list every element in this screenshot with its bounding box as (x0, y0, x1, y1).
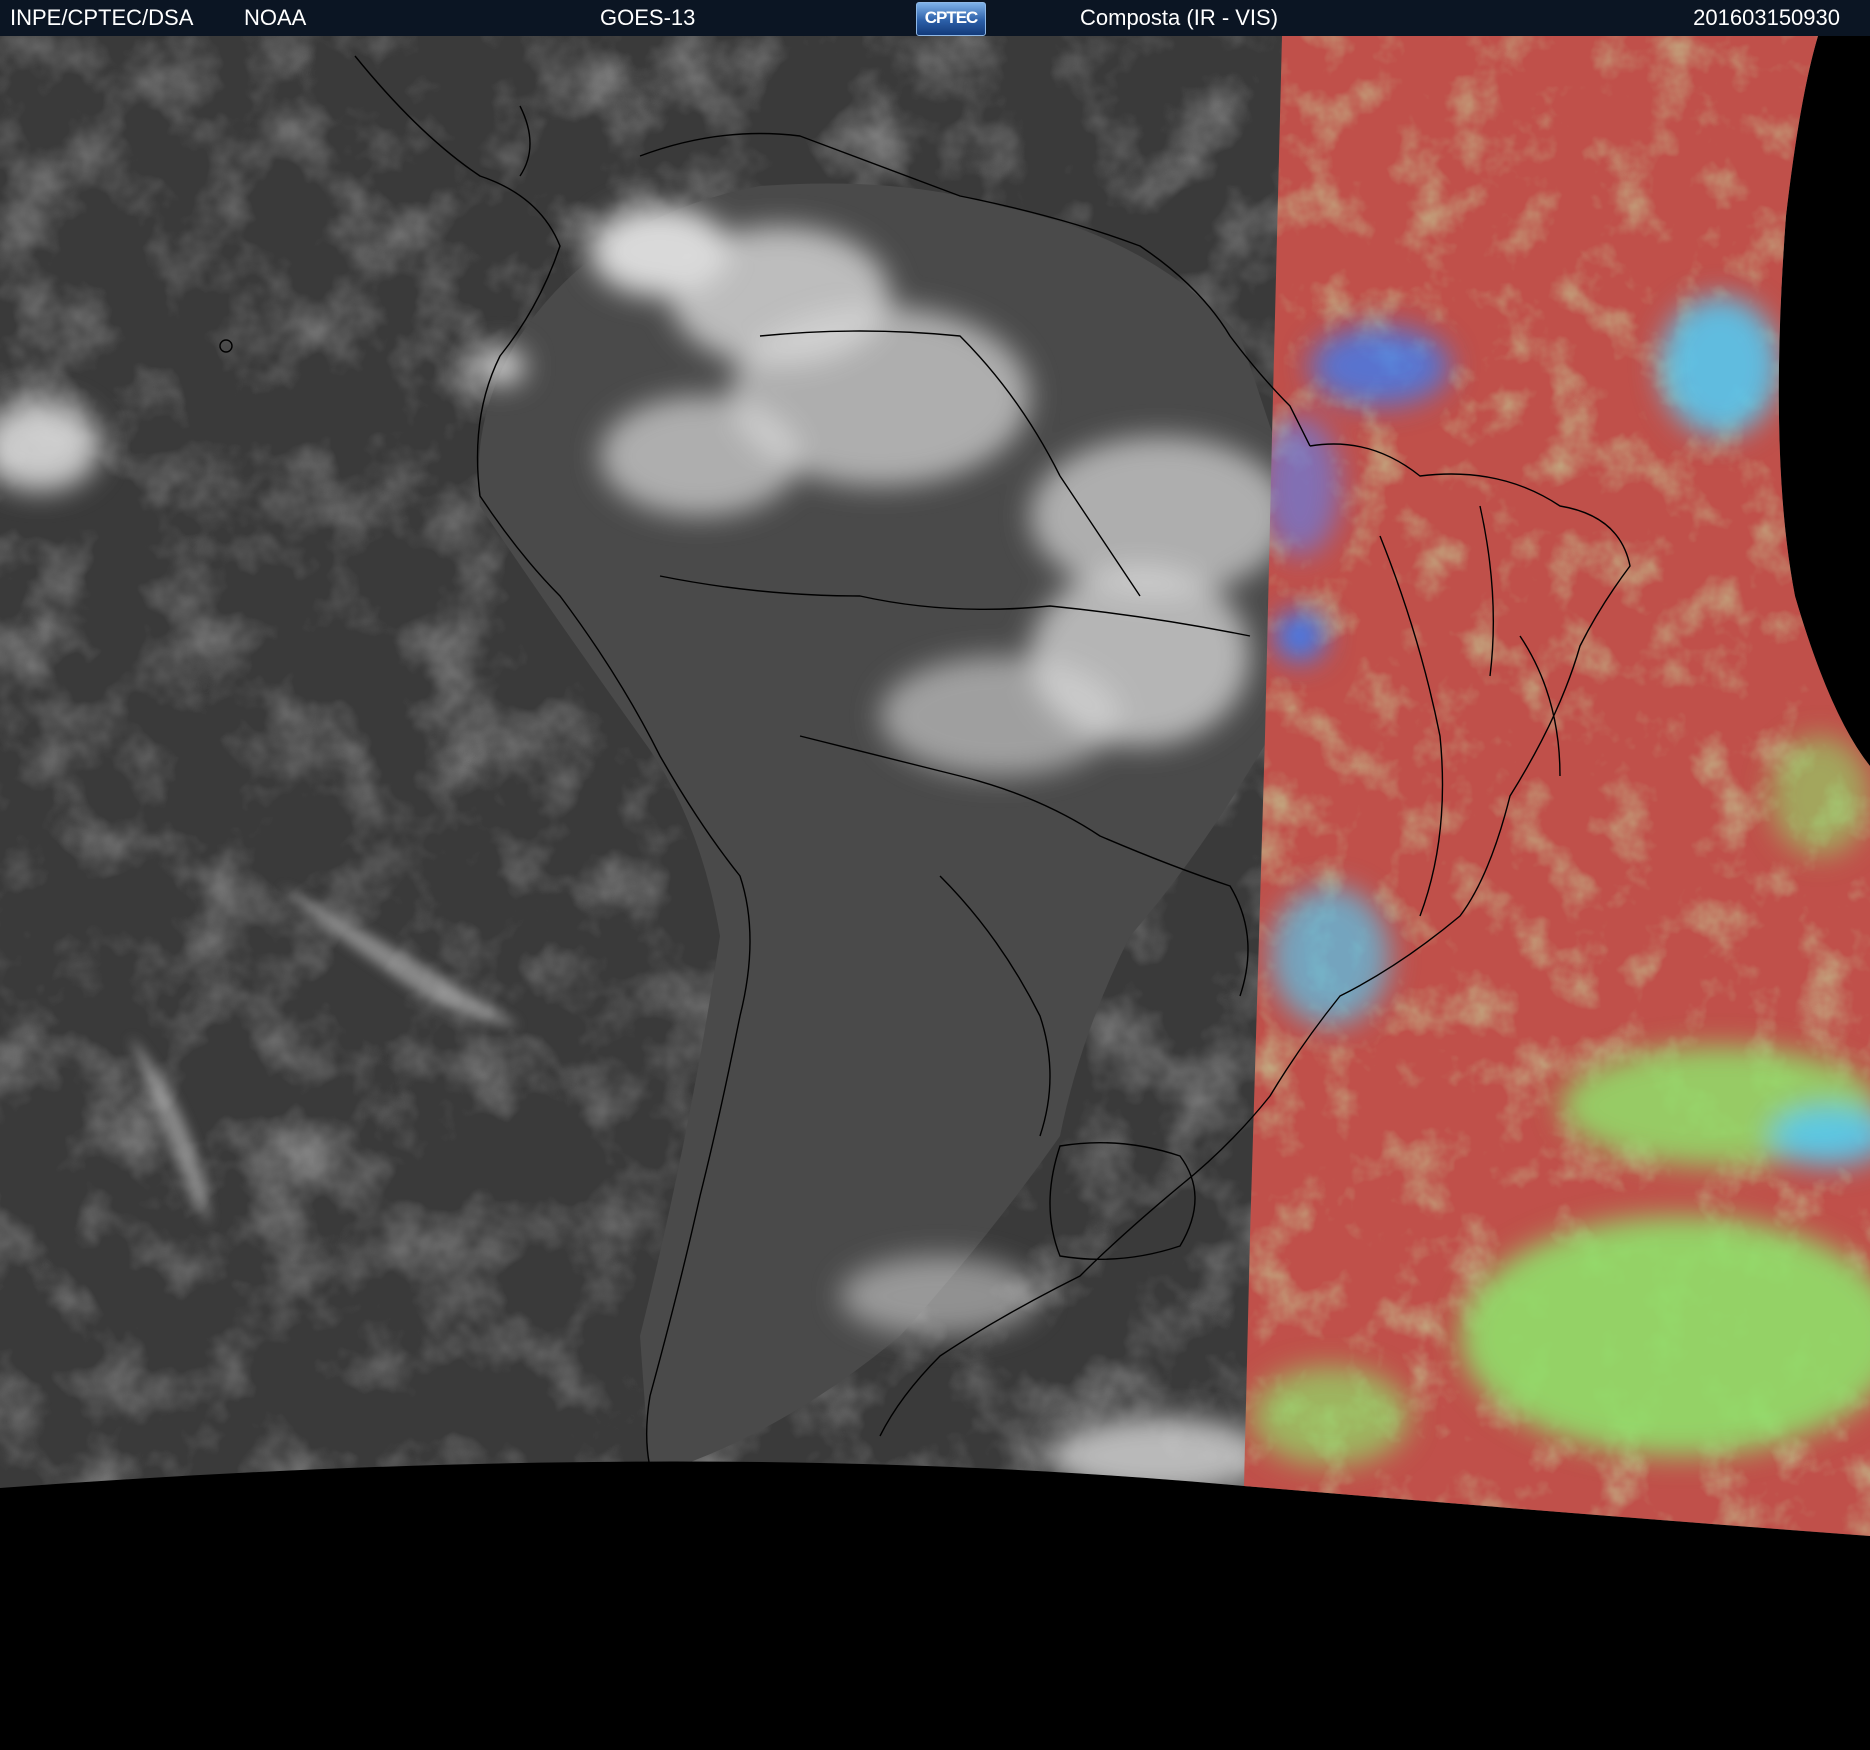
cptec-logo: CPTEC (916, 2, 986, 36)
satellite-label: GOES-13 (600, 5, 696, 30)
vis-composite-region (1244, 36, 1870, 1536)
organization-label: INPE/CPTEC/DSA (10, 5, 194, 30)
satellite-composite-map (0, 36, 1870, 1750)
satellite-image-viewer: INPE/CPTEC/DSA NOAA GOES-13 CPTEC Compos… (0, 0, 1870, 1750)
product-label: Composta (IR - VIS) (1080, 5, 1279, 30)
timestamp-label: 201603150930 (1693, 5, 1840, 30)
agency-label: NOAA (244, 5, 307, 30)
satellite-imagery-svg (0, 36, 1870, 1536)
image-header-bar: INPE/CPTEC/DSA NOAA GOES-13 CPTEC Compos… (0, 0, 1870, 36)
